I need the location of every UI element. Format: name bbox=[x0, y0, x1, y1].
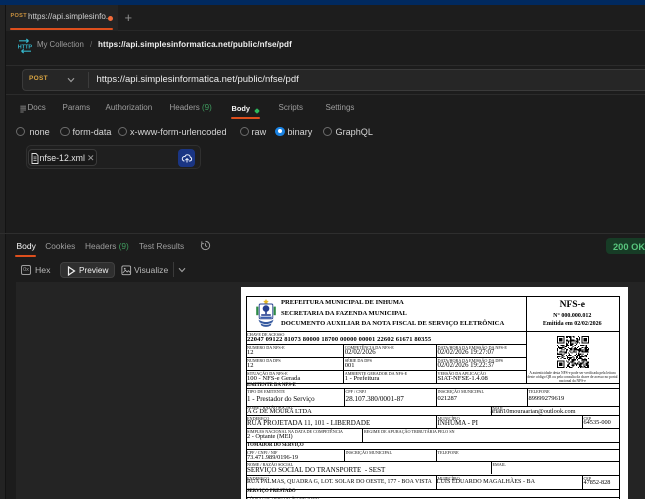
svg-text:HTTP: HTTP bbox=[17, 44, 32, 50]
